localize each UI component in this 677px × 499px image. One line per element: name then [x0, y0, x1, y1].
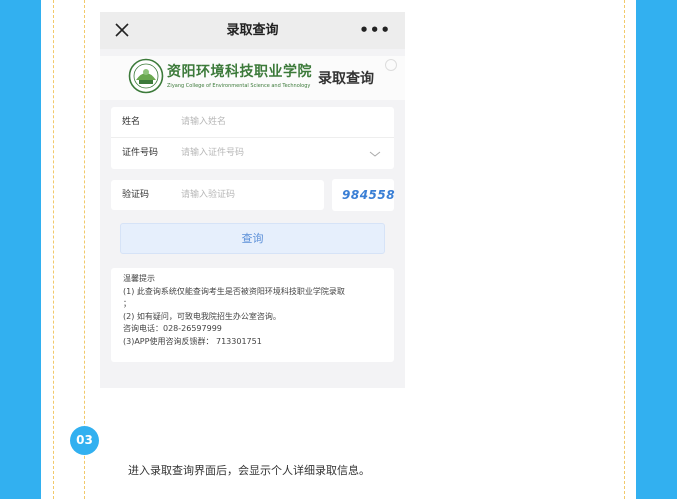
query-form: 姓名 请输入姓名 证件号码 请输入证件号码: [111, 107, 394, 169]
id-field-row[interactable]: 证件号码 请输入证件号码: [111, 138, 394, 169]
article-page: 录取查询 ••• 资阳环境科技职业学院 Ziyang College of En…: [41, 0, 636, 499]
captcha-image[interactable]: 984558: [332, 179, 396, 211]
step-number-badge: 03: [70, 426, 99, 455]
name-label: 姓名: [122, 117, 141, 127]
dashed-guide-right: [624, 0, 625, 499]
phone-screenshot: 录取查询 ••• 资阳环境科技职业学院 Ziyang College of En…: [100, 12, 405, 388]
dashed-guide-left-inner: [84, 0, 85, 499]
query-button[interactable]: 查询: [120, 223, 385, 254]
captcha-input[interactable]: 请输入验证码: [181, 180, 235, 210]
tips-line: 咨询电话：028-26597999: [123, 324, 222, 333]
tips-line: 温馨提示: [123, 274, 155, 283]
school-name-english: Ziyang College of Environmental Science …: [167, 83, 311, 89]
name-input[interactable]: 请输入姓名: [181, 107, 226, 138]
help-icon[interactable]: [385, 59, 397, 71]
school-logo-icon: [128, 58, 164, 94]
tips-card: 温馨提示 (1) 此查询系统仅能查询考生是否被资阳环境科技职业学院录取 ； (2…: [111, 268, 394, 362]
id-label: 证件号码: [122, 148, 159, 158]
dashed-guide-left-outer: [53, 0, 54, 499]
tips-line: (2) 如有疑问，可致电我院招生办公室咨询。: [123, 311, 281, 321]
chevron-down-icon[interactable]: [369, 151, 381, 157]
school-name: 资阳环境科技职业学院: [167, 64, 312, 80]
school-banner: 资阳环境科技职业学院 Ziyang College of Environment…: [100, 56, 405, 100]
more-menu-icon[interactable]: •••: [359, 21, 391, 39]
step-description: 进入录取查询界面后，会显示个人详细录取信息。: [128, 464, 370, 477]
captcha-code: 984558: [342, 188, 396, 202]
name-field-row[interactable]: 姓名 请输入姓名: [111, 107, 394, 138]
id-number-input[interactable]: 请输入证件号码: [181, 138, 244, 169]
wechat-navbar: 录取查询 •••: [100, 12, 405, 49]
captcha-label: 验证码: [122, 190, 150, 200]
banner-title: 录取查询: [318, 71, 374, 87]
captcha-field-row[interactable]: 验证码 请输入验证码: [111, 180, 324, 210]
tips-line: (1) 此查询系统仅能查询考生是否被资阳环境科技职业学院录取: [123, 286, 345, 296]
tips-line: ；: [123, 299, 131, 308]
tips-line: (3)APP使用咨询反馈群： 713301751: [123, 336, 262, 346]
